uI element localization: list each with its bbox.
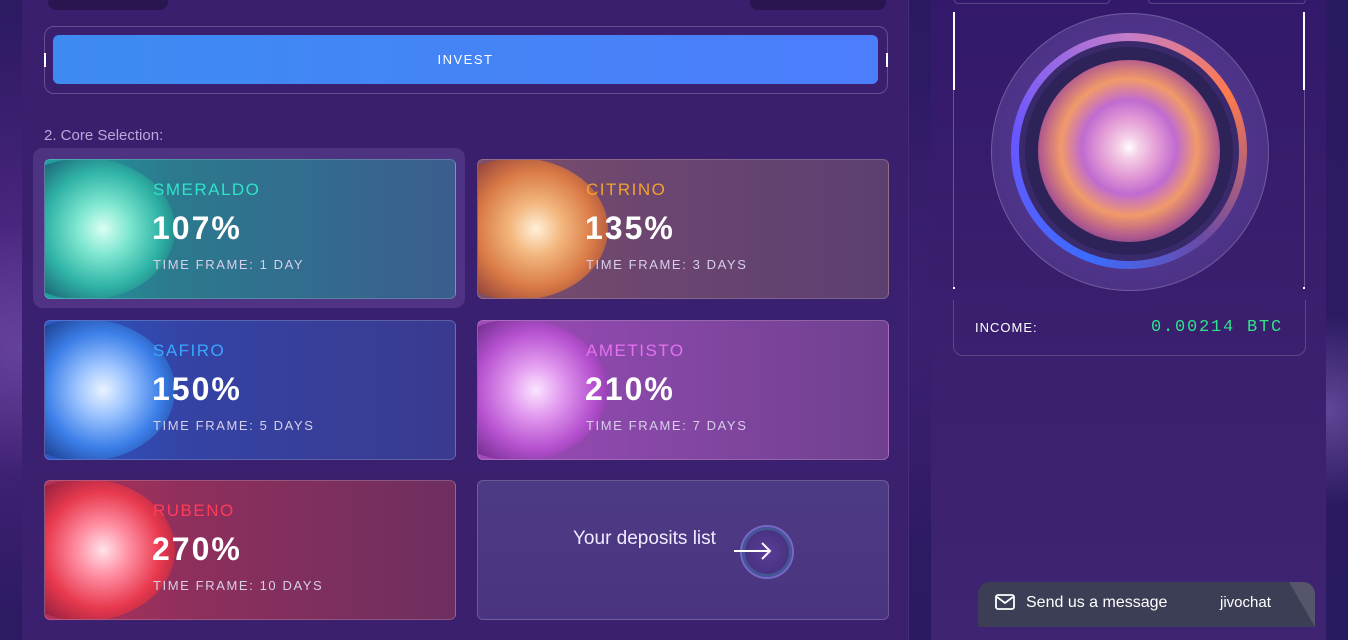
chat-brand-logo: jivochat — [1220, 594, 1271, 611]
core-percent: 150% — [152, 371, 242, 407]
mail-icon — [995, 594, 1015, 610]
core-time-frame: TIME FRAME: 5 DAYS — [153, 418, 315, 433]
core-name: CITRINO — [586, 180, 667, 199]
core-time-frame: TIME FRAME: 3 DAYS — [586, 257, 748, 272]
income-amount: 0.00214 — [1151, 318, 1236, 337]
core-card-rubeno[interactable]: RUBENO 270% TIME FRAME: 10 DAYS — [44, 480, 456, 620]
top-field-edge — [750, 0, 886, 10]
core-name: SMERALDO — [153, 180, 261, 199]
frame-corner — [1303, 12, 1305, 90]
orb-frame — [953, 12, 1305, 289]
income-value: 0.00214 BTC — [1151, 318, 1283, 337]
core-card-citrino[interactable]: CITRINO 135% TIME FRAME: 3 DAYS — [477, 159, 889, 299]
core-name: RUBENO — [153, 501, 235, 520]
chat-widget[interactable]: Send us a message jivochat — [978, 582, 1315, 627]
frame-edge — [953, 90, 954, 289]
core-card-smeraldo[interactable]: SMERALDO 107% TIME FRAME: 1 DAY — [44, 159, 456, 299]
core-card-ametisto[interactable]: AMETISTO 210% TIME FRAME: 7 DAYS — [477, 320, 889, 460]
frame-tick — [886, 53, 888, 67]
core-name: AMETISTO — [586, 341, 685, 360]
deposits-list-label: Your deposits list — [573, 528, 716, 549]
core-time-frame: TIME FRAME: 1 DAY — [153, 257, 305, 272]
frame-corner — [953, 287, 955, 289]
chat-corner — [1289, 582, 1315, 627]
panel-tab — [954, 0, 1110, 4]
invest-button[interactable]: INVEST — [53, 35, 878, 84]
income-currency: BTC — [1247, 318, 1284, 337]
frame-corner — [953, 12, 955, 90]
frame-corner — [1303, 287, 1305, 289]
arrow-right-icon[interactable] — [734, 525, 794, 579]
core-card-safiro[interactable]: SAFIRO 150% TIME FRAME: 5 DAYS — [44, 320, 456, 460]
top-field-edge — [48, 0, 168, 10]
frame-tick — [44, 53, 46, 67]
core-percent: 107% — [152, 210, 242, 246]
core-time-frame: TIME FRAME: 7 DAYS — [586, 418, 748, 433]
panel-tab — [1148, 0, 1306, 4]
core-selection-label: 2. Core Selection: — [44, 127, 164, 144]
deposits-list-card[interactable]: Your deposits list — [477, 480, 889, 620]
frame-edge — [1304, 90, 1305, 289]
chat-label: Send us a message — [1026, 594, 1168, 611]
core-time-frame: TIME FRAME: 10 DAYS — [153, 578, 324, 593]
core-percent: 210% — [585, 371, 675, 407]
core-percent: 135% — [585, 210, 675, 246]
core-name: SAFIRO — [153, 341, 226, 360]
core-percent: 270% — [152, 531, 242, 567]
income-label: INCOME: — [975, 320, 1038, 335]
